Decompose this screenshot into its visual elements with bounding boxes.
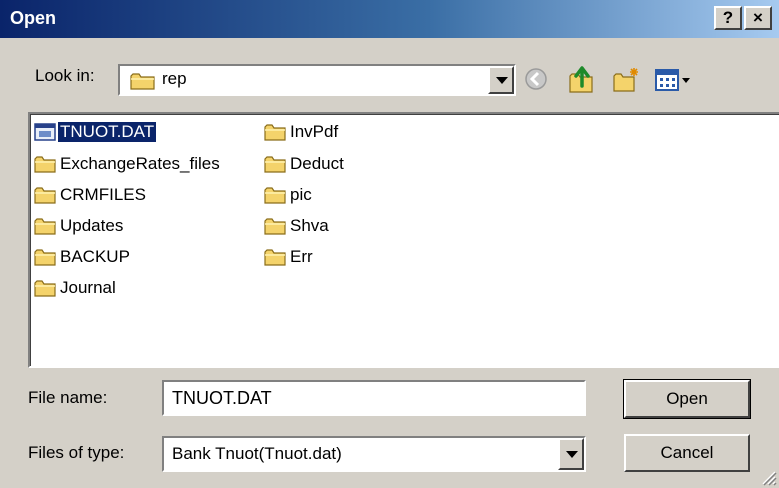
lookin-select[interactable]: rep [118, 64, 516, 96]
folder-icon [264, 187, 286, 204]
filetype-value: Bank Tnuot(Tnuot.dat) [172, 444, 342, 463]
folder-icon [130, 73, 155, 90]
title-bar[interactable]: Open ? × [0, 0, 779, 38]
folder-icon [34, 187, 56, 204]
up-folder-icon[interactable] [568, 64, 596, 94]
folder-item-label: pic [290, 185, 312, 204]
folder-icon [34, 249, 56, 266]
folder-icon [264, 124, 286, 141]
folder-item-pic[interactable]: pic [264, 183, 314, 207]
folder-item-invpdf[interactable]: InvPdf [264, 120, 340, 144]
folder-item-deduct[interactable]: Deduct [264, 152, 346, 176]
folder-icon [264, 156, 286, 173]
back-icon[interactable] [524, 67, 548, 91]
folder-icon [34, 218, 56, 235]
cancel-button[interactable]: Cancel [624, 434, 750, 472]
view-menu-icon[interactable] [654, 68, 694, 92]
folder-icon [264, 249, 286, 266]
open-dialog: Open ? × Look in: rep TNUOT.DAT Exchange… [0, 0, 779, 488]
folder-item-label: BACKUP [60, 247, 130, 266]
lookin-dropdown-button[interactable] [488, 66, 514, 94]
open-button[interactable]: Open [623, 379, 751, 419]
folder-item-journal[interactable]: Journal [34, 276, 118, 300]
file-item-tnuot-dat[interactable]: TNUOT.DAT [34, 120, 158, 144]
folder-item-label: Shva [290, 216, 329, 235]
folder-item-label: CRMFILES [60, 185, 146, 204]
help-button[interactable]: ? [714, 6, 742, 30]
filetype-dropdown-button[interactable] [558, 438, 584, 470]
folder-icon [264, 218, 286, 235]
resize-grip-icon[interactable] [759, 468, 777, 486]
folder-item-backup[interactable]: BACKUP [34, 245, 132, 269]
filename-input[interactable] [162, 380, 586, 416]
file-list[interactable]: TNUOT.DAT ExchangeRates_files CRMFILES U… [28, 112, 779, 368]
lookin-value: rep [162, 69, 187, 88]
folder-item-crmfiles[interactable]: CRMFILES [34, 183, 148, 207]
folder-item-exchangerates-files[interactable]: ExchangeRates_files [34, 152, 222, 176]
folder-item-updates[interactable]: Updates [34, 214, 125, 238]
dialog-title: Open [10, 8, 57, 28]
folder-item-label: ExchangeRates_files [60, 154, 220, 173]
file-item-label: TNUOT.DAT [56, 121, 158, 143]
close-button[interactable]: × [744, 6, 772, 30]
folder-item-label: Journal [60, 278, 116, 297]
lookin-label: Look in: [35, 66, 95, 85]
folder-item-err[interactable]: Err [264, 245, 315, 269]
filetype-select[interactable]: Bank Tnuot(Tnuot.dat) [162, 436, 586, 472]
filename-label: File name: [28, 388, 108, 407]
folder-item-label: Updates [60, 216, 124, 235]
folder-item-shva[interactable]: Shva [264, 214, 331, 238]
new-folder-icon[interactable] [612, 66, 640, 94]
folder-item-label: Err [290, 247, 313, 266]
folder-item-label: Deduct [290, 154, 344, 173]
folder-icon [34, 280, 56, 297]
data-file-icon [34, 123, 56, 141]
folder-icon [34, 156, 56, 173]
filetype-label: Files of type: [28, 443, 125, 462]
folder-item-label: InvPdf [290, 122, 339, 141]
